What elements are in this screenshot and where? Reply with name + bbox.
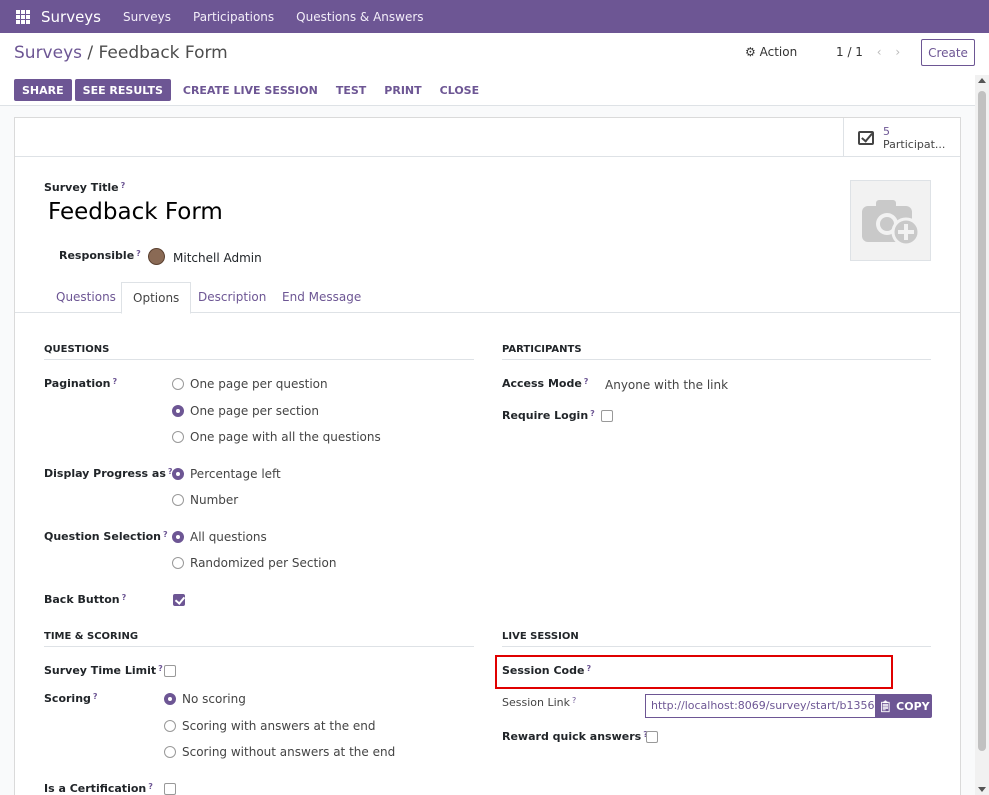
- radio-button-selected[interactable]: [172, 468, 184, 480]
- session-link-label: Session Link?: [502, 696, 577, 709]
- nav-participations[interactable]: Participations: [193, 10, 274, 24]
- user-avatar: [148, 248, 165, 265]
- back-button-label: Back Button?: [44, 593, 127, 606]
- breadcrumb: Surveys / Feedback Form: [14, 43, 228, 63]
- survey-time-limit-checkbox[interactable]: [164, 665, 176, 677]
- radio-button[interactable]: [164, 746, 176, 758]
- back-button-checkbox[interactable]: [173, 594, 185, 606]
- tab-questions[interactable]: Questions: [45, 282, 127, 313]
- close-button[interactable]: CLOSE: [431, 79, 488, 101]
- progress-option-percentage[interactable]: Percentage left: [172, 467, 281, 481]
- tab-options[interactable]: Options: [121, 282, 192, 314]
- radio-button-selected[interactable]: [164, 693, 176, 705]
- access-mode-field[interactable]: Anyone with the link: [605, 378, 728, 392]
- form-button-row: SHARE SEE RESULTS CREATE LIVE SESSION TE…: [14, 79, 488, 101]
- form-tabs: Questions Options Description End Messag…: [15, 282, 960, 314]
- participations-stat-button[interactable]: 5 Participat...: [843, 118, 960, 157]
- radio-button-selected[interactable]: [172, 405, 184, 417]
- chevron-right-icon[interactable]: ›: [895, 45, 900, 59]
- survey-image-field[interactable]: [850, 180, 931, 261]
- pagination-option-one-per-question[interactable]: One page per question: [172, 377, 328, 391]
- survey-time-limit-label: Survey Time Limit?: [44, 664, 163, 677]
- responsible-label: Responsible?: [59, 249, 141, 262]
- create-button[interactable]: Create: [921, 39, 975, 66]
- tab-description[interactable]: Description: [187, 282, 277, 313]
- scoring-option-without-answers[interactable]: Scoring without answers at the end: [164, 745, 395, 759]
- scoring-option-none[interactable]: No scoring: [164, 692, 246, 706]
- breadcrumb-surveys[interactable]: Surveys: [14, 43, 82, 63]
- participations-label: Participat...: [883, 137, 946, 151]
- gear-icon: ⚙: [745, 45, 756, 59]
- survey-title-label: Survey Title?: [44, 181, 126, 194]
- radio-button-selected[interactable]: [172, 531, 184, 543]
- see-results-button[interactable]: SEE RESULTS: [74, 79, 171, 101]
- form-sheet: 5 Participat... Survey Title? Feedback F…: [14, 117, 961, 795]
- question-selection-label: Question Selection?: [44, 530, 168, 543]
- camera-add-icon: [861, 199, 920, 246]
- scroll-down-icon[interactable]: [978, 787, 986, 792]
- scoring-option-with-answers[interactable]: Scoring with answers at the end: [164, 719, 376, 733]
- create-live-session-button[interactable]: CREATE LIVE SESSION: [174, 79, 327, 101]
- top-navbar: Surveys Surveys Participations Questions…: [0, 0, 989, 33]
- clipboard-icon: 📋︎: [878, 699, 893, 713]
- app-brand[interactable]: Surveys: [41, 8, 101, 26]
- session-link-field[interactable]: http://localhost:8069/survey/start/b1356…: [645, 694, 876, 718]
- survey-title-input[interactable]: Feedback Form: [48, 199, 223, 225]
- pagination-option-all-questions[interactable]: One page with all the questions: [172, 430, 381, 444]
- scroll-up-icon[interactable]: [978, 78, 986, 83]
- radio-button[interactable]: [172, 557, 184, 569]
- share-button[interactable]: SHARE: [14, 79, 72, 101]
- nav-surveys[interactable]: Surveys: [123, 10, 171, 24]
- apps-menu-icon[interactable]: [16, 9, 30, 24]
- responsible-field[interactable]: Mitchell Admin: [173, 251, 262, 265]
- scoring-label: Scoring?: [44, 692, 98, 705]
- progress-option-number[interactable]: Number: [172, 493, 238, 507]
- pager: 1 / 1 ‹ ›: [836, 45, 900, 59]
- tab-end-message[interactable]: End Message: [271, 282, 372, 313]
- is-certification-checkbox[interactable]: [164, 783, 176, 795]
- print-button[interactable]: PRINT: [375, 79, 430, 101]
- breadcrumb-current: Feedback Form: [98, 43, 228, 63]
- participants-section-title: PARTICIPANTS: [502, 344, 931, 360]
- pager-value[interactable]: 1 / 1: [836, 45, 863, 59]
- action-menu[interactable]: ⚙ Action: [745, 45, 797, 59]
- participations-count: 5: [883, 124, 890, 138]
- questions-section-title: QUESTIONS: [44, 344, 474, 360]
- pagination-option-one-per-section[interactable]: One page per section: [172, 404, 319, 418]
- test-button[interactable]: TEST: [327, 79, 375, 101]
- display-progress-label: Display Progress as?: [44, 467, 173, 480]
- copy-button[interactable]: 📋︎ COPY: [876, 694, 932, 718]
- is-certification-label: Is a Certification?: [44, 782, 153, 795]
- nav-questions-answers[interactable]: Questions & Answers: [296, 10, 423, 24]
- scrollbar[interactable]: [975, 75, 989, 795]
- scrollbar-thumb[interactable]: [978, 91, 986, 751]
- radio-button[interactable]: [172, 431, 184, 443]
- access-mode-label: Access Mode?: [502, 377, 589, 390]
- live-session-section-title: LIVE SESSION: [502, 631, 931, 647]
- pagination-label: Pagination?: [44, 377, 118, 390]
- selection-option-all[interactable]: All questions: [172, 530, 267, 544]
- time-scoring-section-title: TIME & SCORING: [44, 631, 474, 647]
- selection-option-randomized[interactable]: Randomized per Section: [172, 556, 336, 570]
- radio-button[interactable]: [172, 378, 184, 390]
- control-panel: Surveys / Feedback Form ⚙ Action 1 / 1 ‹…: [0, 33, 989, 106]
- reward-quick-answers-checkbox[interactable]: [646, 731, 658, 743]
- chevron-left-icon[interactable]: ‹: [877, 45, 882, 59]
- require-login-checkbox[interactable]: [601, 410, 613, 422]
- radio-button[interactable]: [172, 494, 184, 506]
- button-box: 5 Participat...: [15, 118, 960, 157]
- session-code-label: Session Code?: [502, 664, 592, 677]
- radio-button[interactable]: [164, 720, 176, 732]
- require-login-label: Require Login?: [502, 409, 595, 422]
- reward-quick-answers-label: Reward quick answers?: [502, 730, 648, 743]
- checkbox-icon: [858, 130, 874, 145]
